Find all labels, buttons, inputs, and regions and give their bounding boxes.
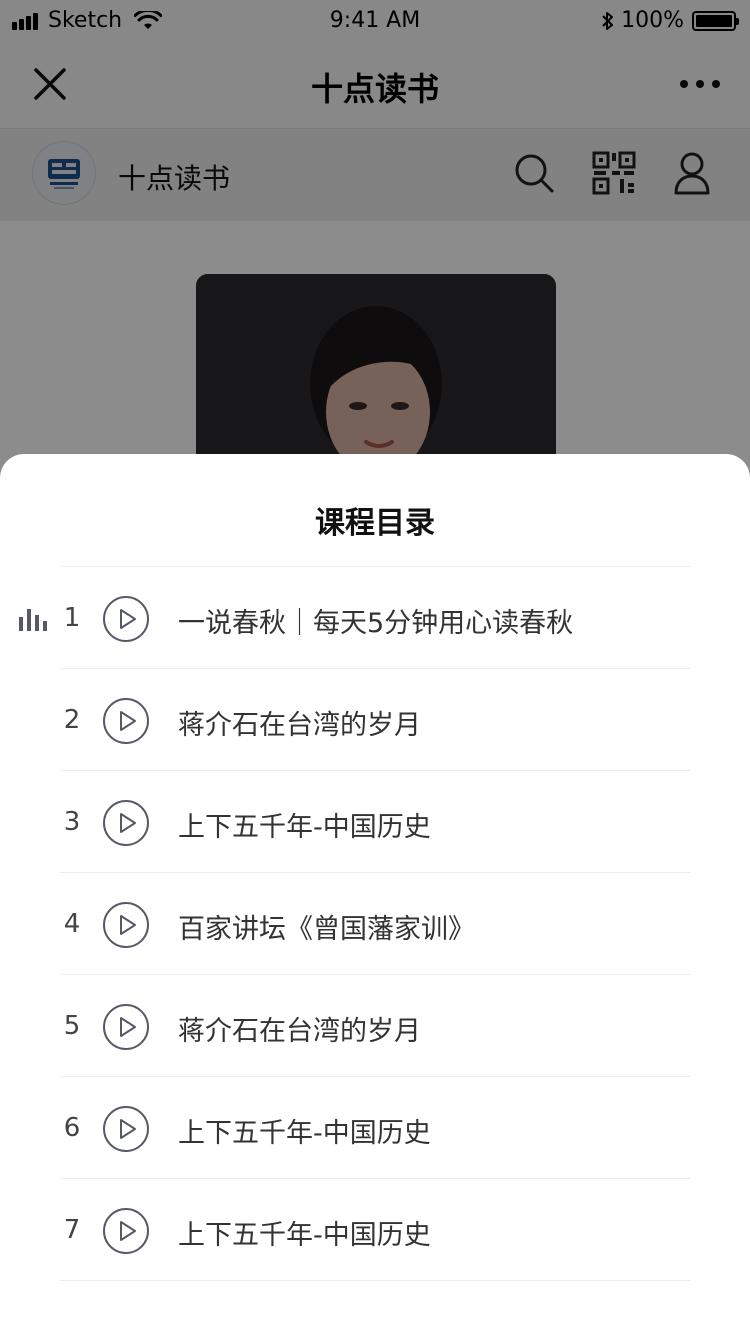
course-number: 5 [63,1011,81,1041]
play-circle-icon[interactable] [102,595,150,643]
course-list: 1 一说春秋｜每天5分钟用心读春秋 2 蒋介石在台湾的岁月 3 上下五千年-中国… [0,567,750,1281]
course-number: 3 [63,807,81,837]
course-title: 上下五千年-中国历史 [178,812,431,843]
course-item-1[interactable]: 1 一说春秋｜每天5分钟用心读春秋 [19,567,690,669]
play-circle-icon[interactable] [102,1105,150,1153]
course-number: 6 [63,1113,81,1143]
course-item-5[interactable]: 5 蒋介石在台湾的岁月 [60,975,690,1077]
now-playing-icon [19,609,47,631]
play-circle-icon[interactable] [102,799,150,847]
course-item-7[interactable]: 7 上下五千年-中国历史 [60,1179,690,1281]
course-title: 一说春秋｜每天5分钟用心读春秋 [178,608,574,639]
sheet-title: 课程目录 [315,506,435,541]
course-title: 蒋介石在台湾的岁月 [178,710,421,741]
play-circle-icon[interactable] [102,1003,150,1051]
course-catalog-sheet: 课程目录 1 一说春秋｜每天5分钟用心读春秋 2 蒋介石在台湾的岁月 3 上下五… [0,454,750,1334]
course-title: 上下五千年-中国历史 [178,1118,431,1149]
play-circle-icon[interactable] [102,697,150,745]
course-number: 7 [63,1215,81,1245]
play-circle-icon[interactable] [102,1207,150,1255]
course-item-4[interactable]: 4 百家讲坛《曾国藩家训》 [60,873,690,975]
play-circle-icon[interactable] [102,901,150,949]
course-item-2[interactable]: 2 蒋介石在台湾的岁月 [60,669,690,771]
course-title: 蒋介石在台湾的岁月 [178,1016,421,1047]
course-number: 4 [63,909,81,939]
course-number: 1 [63,603,81,633]
course-item-3[interactable]: 3 上下五千年-中国历史 [60,771,690,873]
course-number: 2 [63,705,81,735]
course-title: 上下五千年-中国历史 [178,1220,431,1251]
course-item-6[interactable]: 6 上下五千年-中国历史 [60,1077,690,1179]
course-title: 百家讲坛《曾国藩家训》 [178,914,475,945]
